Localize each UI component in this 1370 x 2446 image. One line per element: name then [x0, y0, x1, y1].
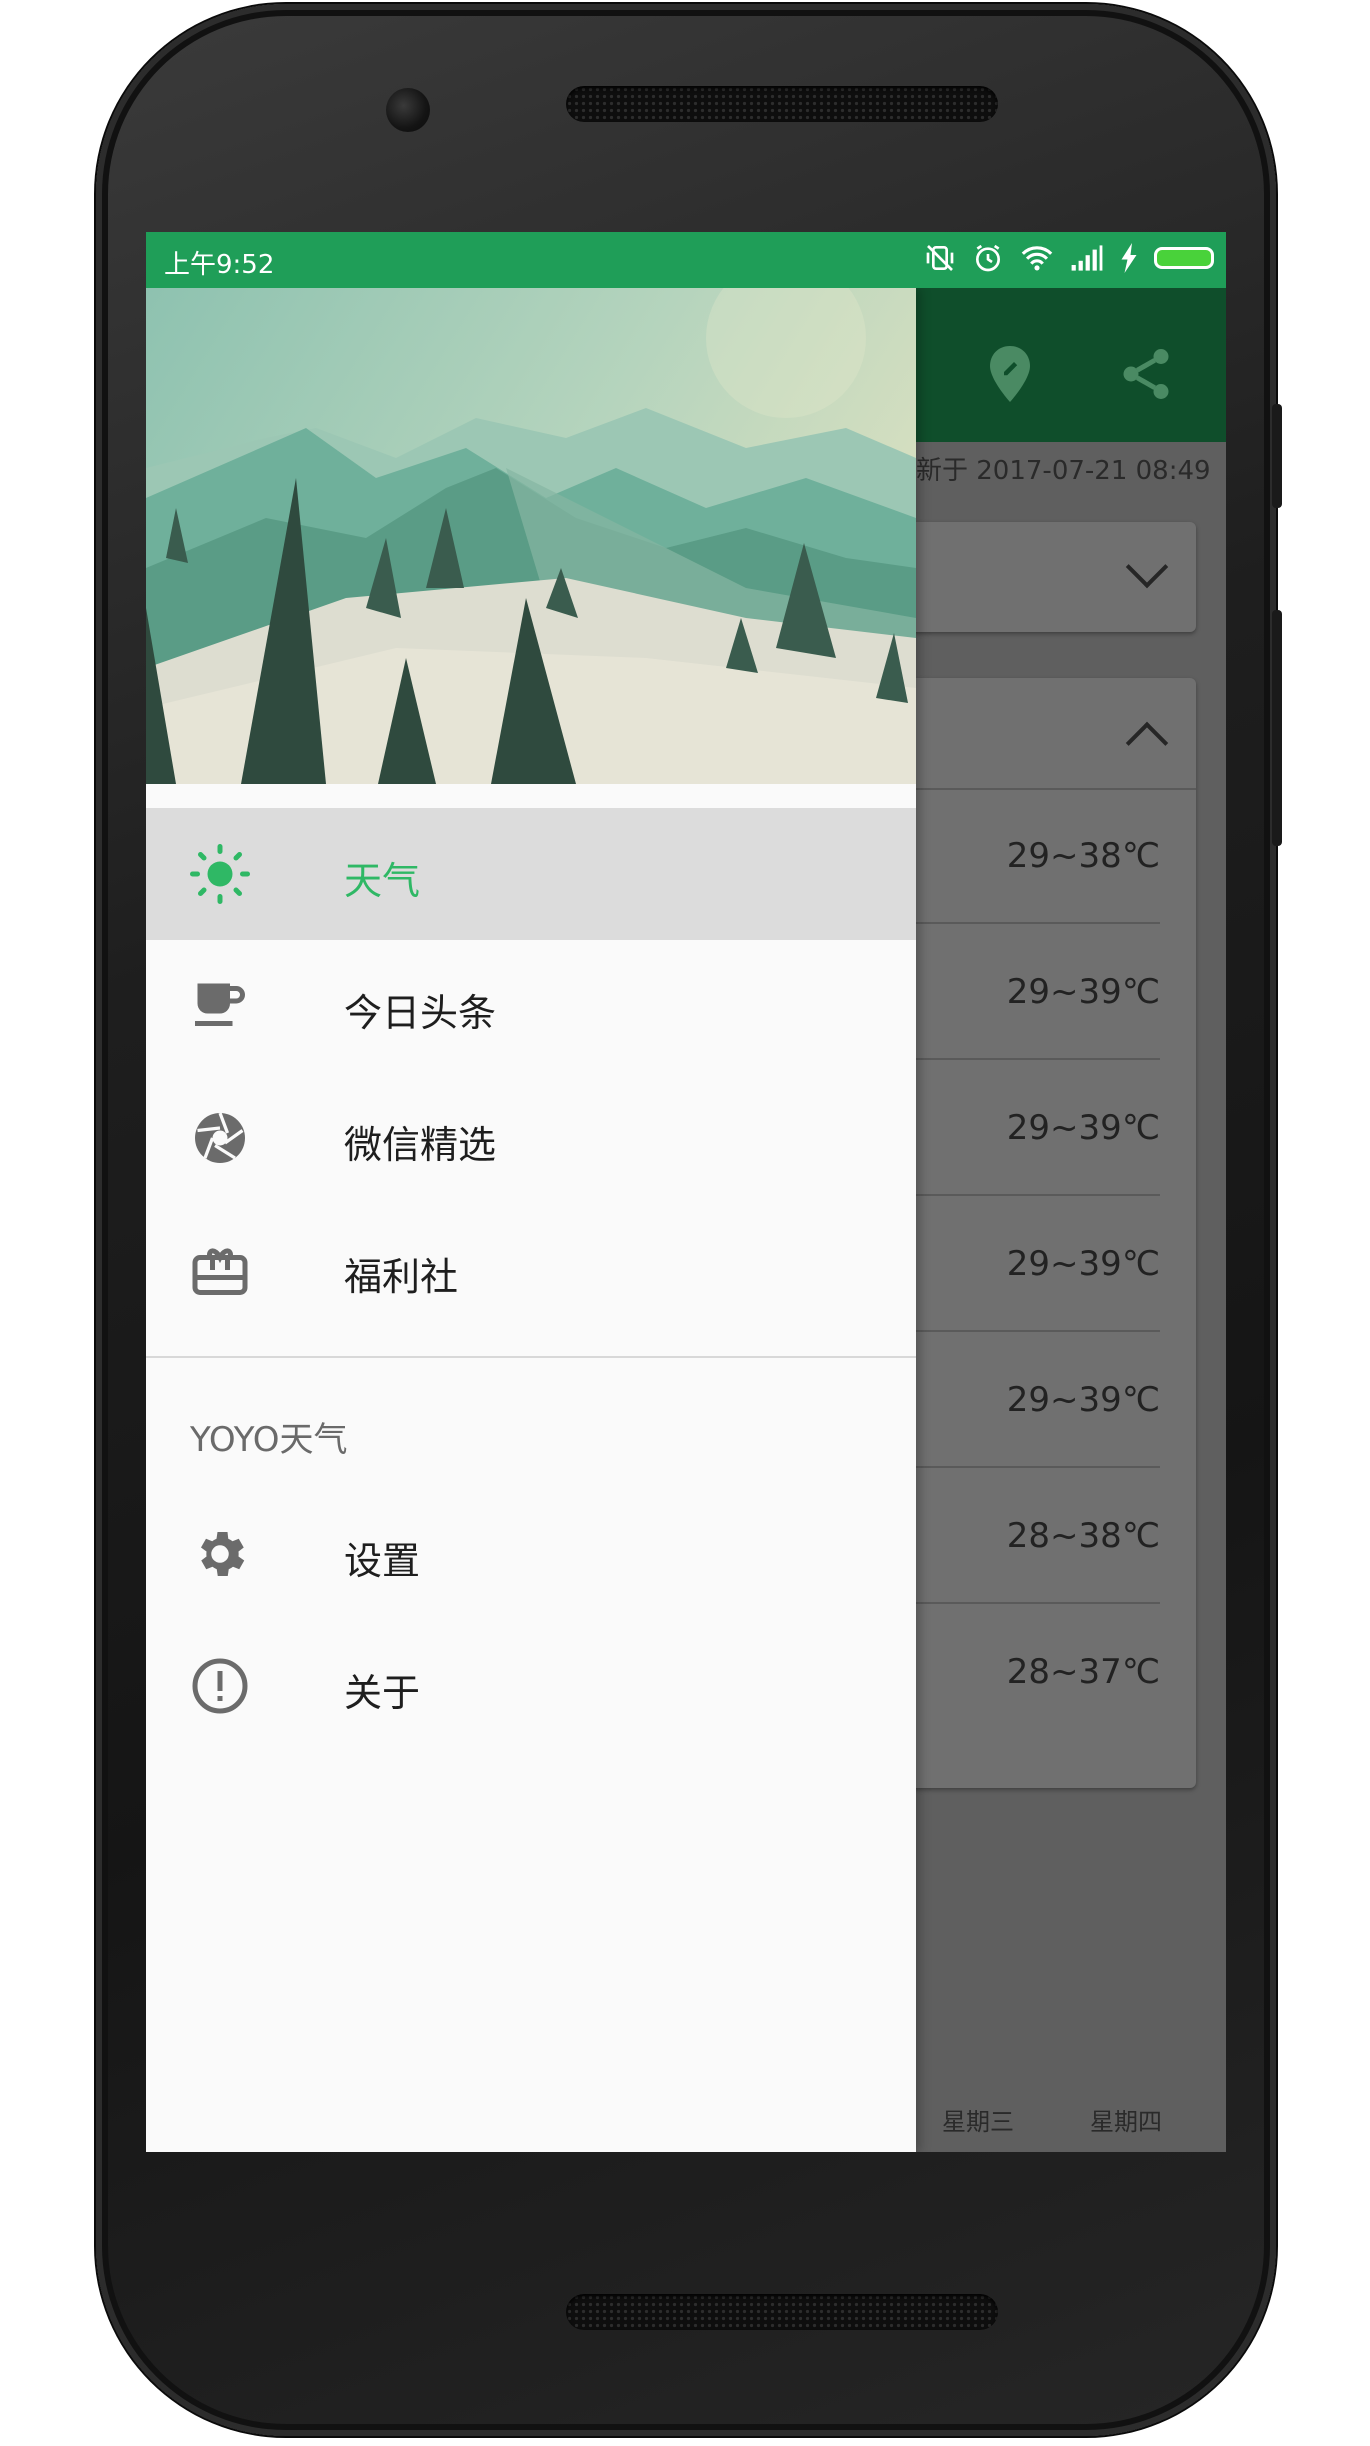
navigation-drawer: 天气 今日头条 微信精选 福利社 YOYO天气 设置 关于 — [146, 288, 916, 2152]
coffee-cup-icon — [195, 983, 245, 1026]
drawer-header-image — [146, 288, 916, 784]
nav-item-label: 福利社 — [344, 1255, 459, 1299]
nav-item-label: 今日头条 — [344, 991, 497, 1035]
forecast-row: 29~39℃ — [906, 1332, 1160, 1468]
alarm-icon — [976, 244, 1000, 272]
gift-card-icon — [192, 1248, 248, 1295]
drawer-section-title: YOYO天气 — [190, 1420, 348, 1460]
status-time: 上午9:52 — [164, 250, 275, 280]
wifi-icon — [1021, 246, 1053, 271]
forecast-card-header[interactable] — [906, 678, 1196, 790]
temp-range: 29~38℃ — [1006, 836, 1160, 876]
nav-item-label: 关于 — [344, 1671, 421, 1715]
nav-item-label: 微信精选 — [344, 1123, 497, 1167]
nav-item-label: 天气 — [344, 859, 421, 903]
nav-item-welfare[interactable]: 福利社 — [146, 1204, 916, 1336]
nav-item-weather[interactable]: 天气 — [146, 808, 916, 940]
power-button — [1272, 404, 1282, 508]
forecast-row: 29~38℃ — [906, 788, 1160, 924]
sun-icon — [190, 844, 250, 904]
forecast-row: 29~39℃ — [906, 924, 1160, 1060]
forecast-card: 29~38℃ 29~39℃ 29~39℃ 29~39℃ 29~39℃ 28~38… — [906, 678, 1196, 1788]
share-icon[interactable] — [1116, 344, 1176, 404]
nav-item-wechat[interactable]: 微信精选 — [146, 1072, 916, 1204]
charging-icon — [1121, 243, 1137, 273]
temp-range: 28~38℃ — [1006, 1516, 1160, 1556]
signal-icon — [1071, 245, 1103, 271]
chevron-up-icon[interactable] — [1125, 721, 1169, 765]
weekday-label: 星期四 — [1090, 2108, 1162, 2136]
vibrate-off-icon — [926, 245, 954, 271]
temp-range: 28~37℃ — [1006, 1652, 1160, 1692]
forecast-row: 28~38℃ — [906, 1468, 1160, 1604]
bottom-speaker — [566, 2294, 998, 2330]
collapsed-card[interactable] — [906, 522, 1196, 632]
update-time-text: 新于 2017-07-21 08:49 — [916, 456, 1211, 486]
nav-item-label: 设置 — [344, 1539, 421, 1583]
status-icons — [924, 242, 1214, 274]
temp-range: 29~39℃ — [1006, 1380, 1160, 1420]
location-edit-icon[interactable] — [986, 344, 1034, 404]
drawer-divider — [146, 1356, 916, 1358]
nav-item-settings[interactable]: 设置 — [146, 1488, 916, 1620]
status-bar: 上午9:52 — [146, 232, 1226, 288]
front-camera — [386, 88, 430, 132]
gear-icon — [201, 1532, 245, 1576]
weekday-label: 星期三 — [942, 2108, 1014, 2136]
nav-item-about[interactable]: 关于 — [146, 1620, 916, 1752]
screen: 上午9:52 新于 2017-07-21 08:49 29~38℃ 29~39℃… — [146, 232, 1226, 2152]
chevron-down-icon[interactable] — [1125, 545, 1169, 589]
forecast-row: 29~39℃ — [906, 1060, 1160, 1196]
temp-range: 29~39℃ — [1006, 1244, 1160, 1284]
info-alert-icon — [192, 1658, 248, 1714]
battery-icon — [1154, 247, 1214, 269]
nav-item-headlines[interactable]: 今日头条 — [146, 940, 916, 1072]
forecast-row: 28~37℃ — [906, 1604, 1160, 1740]
mountain-landscape-illustration — [146, 288, 916, 784]
forecast-row: 29~39℃ — [906, 1196, 1160, 1332]
volume-button — [1272, 610, 1282, 846]
temp-range: 29~39℃ — [1006, 1108, 1160, 1148]
top-speaker — [566, 86, 998, 122]
camera-shutter-icon — [195, 1112, 245, 1163]
temp-range: 29~39℃ — [1006, 972, 1160, 1012]
